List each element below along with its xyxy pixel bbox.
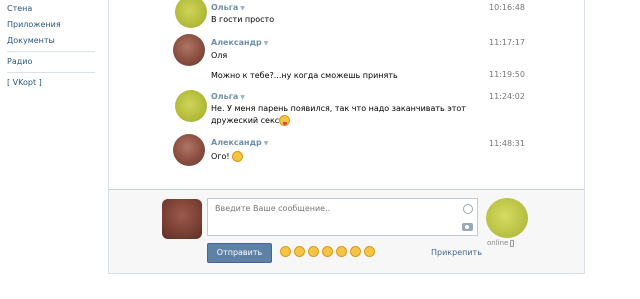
message-author[interactable]: Ольга ▼: [211, 3, 245, 12]
wink-emoji-icon[interactable]: [322, 246, 333, 257]
emoji-bar: [280, 246, 378, 258]
message-text: Ого!: [211, 151, 244, 163]
tongue-emoji-icon: [279, 115, 291, 126]
my-avatar[interactable]: [162, 199, 202, 239]
smile-emoji-icon: [232, 151, 244, 162]
message-time: 11:24:02: [489, 92, 525, 101]
send-button[interactable]: Отправить: [207, 243, 272, 263]
sidebar-divider: [7, 72, 95, 73]
smile-icon[interactable]: [463, 204, 473, 214]
camera-icon[interactable]: [462, 223, 473, 231]
message-author[interactable]: Александр ▼: [211, 138, 268, 147]
attach-link[interactable]: Прикрепить: [431, 248, 482, 257]
sidebar-item-radio[interactable]: Радио: [7, 57, 32, 66]
smile-emoji-icon[interactable]: [294, 246, 305, 257]
sidebar-divider: [7, 51, 95, 52]
message-time: 10:16:48: [489, 3, 525, 12]
laugh-emoji-icon[interactable]: [364, 246, 375, 257]
message-text: Не. У меня парень появился, так что надо…: [211, 104, 466, 113]
tongue-emoji-icon[interactable]: [336, 246, 347, 257]
avatar[interactable]: [175, 90, 207, 122]
message-author[interactable]: Александр ▼: [211, 38, 268, 47]
message-time: 11:17:17: [489, 38, 525, 47]
mobile-phone-icon: [510, 239, 515, 247]
sidebar-item-wall[interactable]: Стена: [7, 4, 32, 13]
message-input[interactable]: Введите Ваше сообщение..: [207, 198, 478, 236]
grin-emoji-icon[interactable]: [350, 246, 361, 257]
triangle-down-icon: ▼: [240, 5, 245, 12]
avatar[interactable]: [173, 134, 205, 166]
message-history: Ольга ▼ В гости просто 10:16:48 Александр…: [108, 0, 585, 190]
message-author[interactable]: Ольга ▼: [211, 92, 245, 101]
peer-avatar[interactable]: [486, 198, 528, 238]
message-input-placeholder: Введите Ваше сообщение..: [215, 204, 331, 213]
avatar[interactable]: [173, 34, 205, 66]
message-text: Можно к тебе?...ну когда сможешь принять: [211, 71, 398, 80]
message-time: 11:19:50: [489, 70, 525, 79]
compose-area: Введите Ваше сообщение.. Отправить Прикр…: [108, 190, 585, 274]
glasses-emoji-icon[interactable]: [308, 246, 319, 257]
message-text: В гости просто: [211, 15, 275, 24]
avatar[interactable]: [175, 0, 207, 28]
sidebar-item-vkopt[interactable]: [ VKopt ]: [7, 78, 42, 87]
triangle-down-icon: ▼: [263, 140, 269, 147]
sidebar-item-documents[interactable]: Документы: [7, 36, 55, 45]
triangle-down-icon: ▼: [240, 94, 245, 101]
message-text: Оля: [211, 51, 228, 60]
message-text-line2: дружеский секс: [211, 115, 291, 127]
triangle-down-icon: ▼: [263, 40, 269, 47]
sad-emoji-icon[interactable]: [280, 246, 291, 257]
online-status: online: [487, 239, 515, 247]
sidebar-item-apps[interactable]: Приложения: [7, 20, 61, 29]
message-time: 11:48:31: [489, 139, 525, 148]
